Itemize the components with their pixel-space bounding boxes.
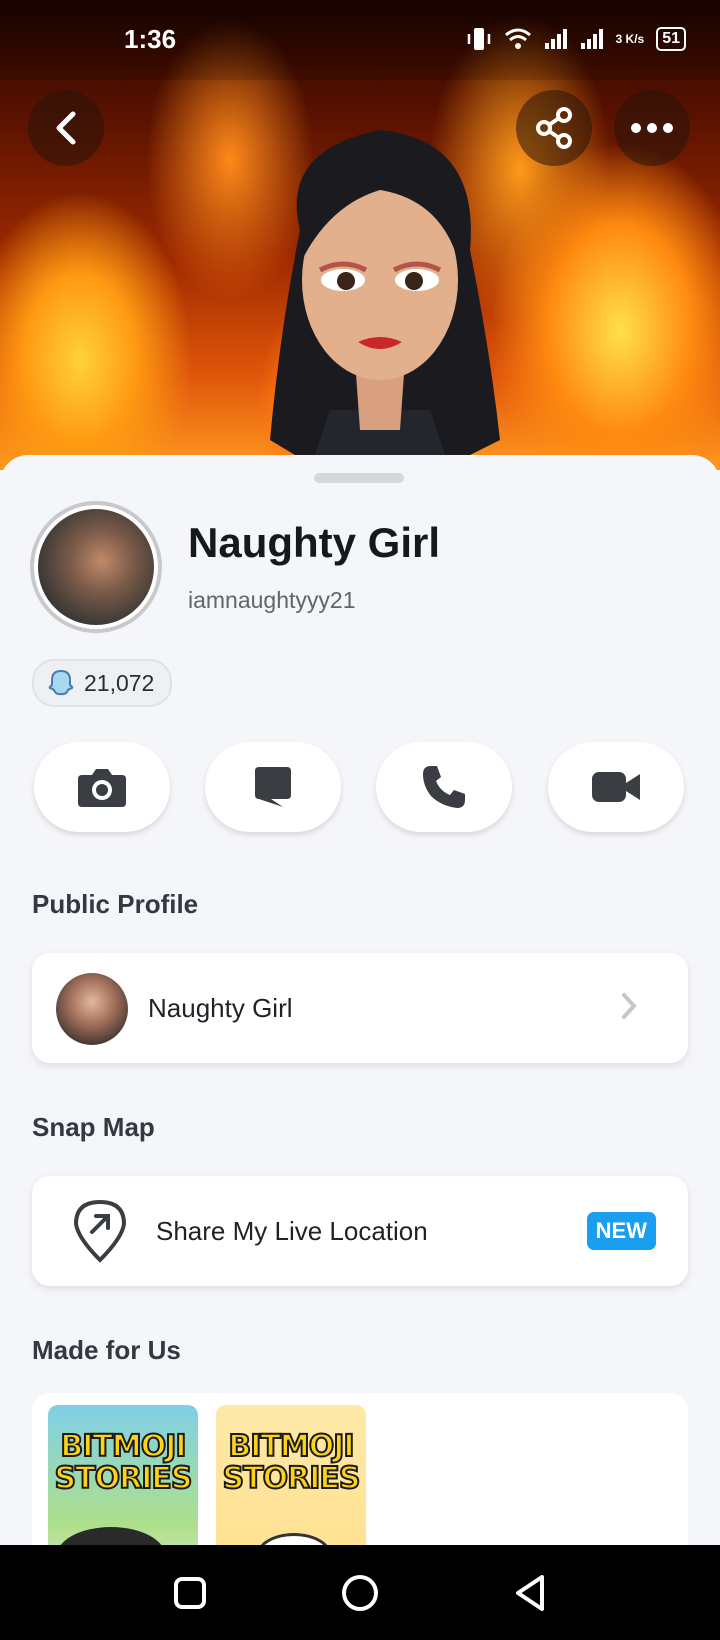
chat-icon [255, 767, 291, 807]
voice-call-button[interactable] [376, 742, 512, 832]
network-speed: 3 K/s [615, 32, 645, 46]
signal-icon-2 [580, 29, 603, 49]
public-profile-name: Naughty Girl [148, 993, 293, 1023]
made-for-us-heading: Made for Us [32, 1335, 181, 1365]
sheet-drag-handle[interactable] [314, 473, 404, 483]
battery-indicator: 51 [656, 27, 686, 51]
username[interactable]: iamnaughtyyy21 [188, 587, 356, 614]
snap-score-badge[interactable]: 21,072 [32, 659, 173, 707]
back-nav-button[interactable] [506, 1569, 554, 1617]
public-profile-avatar [56, 973, 128, 1045]
circle-icon [342, 1575, 378, 1611]
home-button[interactable] [336, 1569, 384, 1617]
chevron-left-icon [56, 111, 76, 145]
display-name: Naughty Girl [188, 519, 441, 566]
public-profile-card[interactable]: Naughty Girl [32, 953, 688, 1063]
status-icons: 3 K/s 51 [466, 26, 686, 52]
share-icon [536, 107, 572, 149]
location-share-icon [73, 1199, 127, 1263]
share-live-location-card[interactable]: Share My Live Location NEW [32, 1176, 688, 1286]
snap-map-heading: Snap Map [32, 1112, 155, 1142]
android-navigation-bar [0, 1545, 720, 1640]
phone-icon [423, 766, 465, 808]
profile-photo [38, 509, 154, 625]
video-camera-icon [592, 772, 640, 802]
snap-score: 21,072 [84, 669, 155, 696]
recents-button[interactable] [166, 1569, 214, 1617]
status-bar: 1:36 3 K/s 51 [0, 0, 720, 80]
camera-button[interactable] [34, 742, 170, 832]
new-badge: NEW [586, 1212, 656, 1250]
public-profile-heading: Public Profile [32, 889, 199, 919]
share-live-location-label: Share My Live Location [156, 1216, 428, 1246]
vibrate-icon [467, 28, 490, 50]
wifi-icon [504, 28, 531, 49]
story-title-1: BITMOJI STORIES [54, 1429, 194, 1496]
square-icon [174, 1577, 206, 1609]
story-title-2: BITMOJI STORIES [222, 1429, 362, 1496]
bitmoji-avatar [270, 130, 500, 470]
ghost-icon [48, 669, 74, 696]
profile-sheet[interactable]: Naughty Girl iamnaughtyyy21 21,072 Publi… [0, 455, 720, 1593]
chat-button[interactable] [205, 742, 341, 832]
share-button[interactable] [516, 90, 592, 166]
triangle-back-icon [516, 1575, 544, 1611]
back-button[interactable] [28, 90, 104, 166]
more-options-button[interactable] [614, 90, 690, 166]
status-time: 1:36 [124, 24, 177, 54]
profile-picture[interactable] [30, 501, 162, 633]
video-call-button[interactable] [548, 742, 684, 832]
more-horizontal-icon [631, 123, 673, 133]
chevron-right-icon [622, 993, 637, 1019]
camera-icon [78, 769, 126, 807]
signal-icon [544, 29, 567, 49]
